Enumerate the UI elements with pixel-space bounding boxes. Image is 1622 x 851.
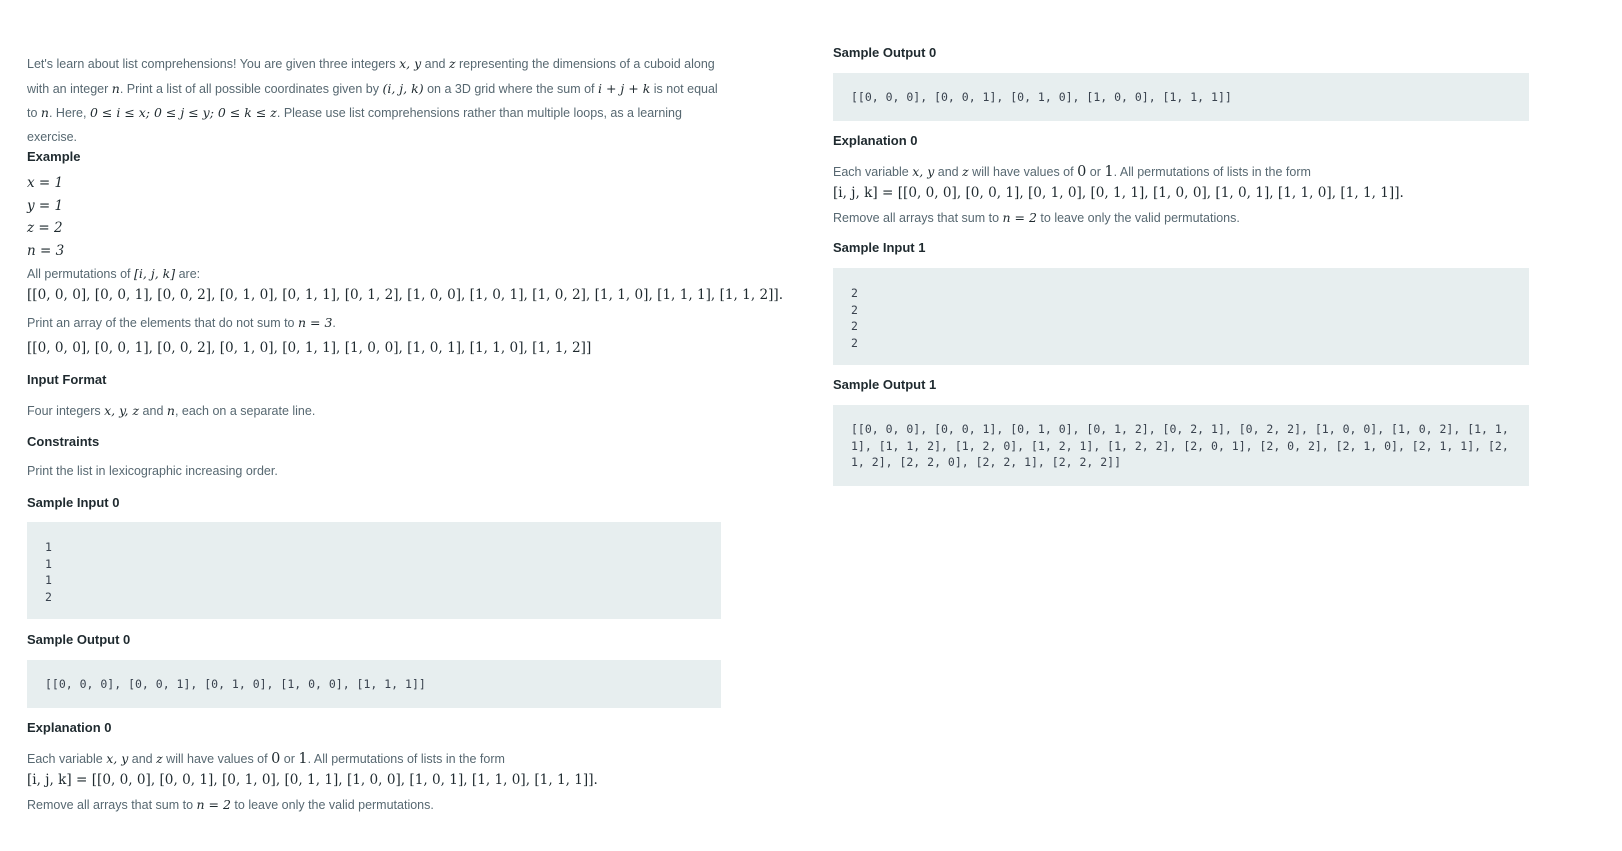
explanation-0-list: [i, j, k] = [[0, 0, 0], [0, 0, 1], [0, 1…: [27, 772, 598, 788]
intro-paragraph: Let's learn about list comprehensions! Y…: [27, 56, 718, 144]
explanation-0-text: Each variable x, y and z will have value…: [27, 751, 505, 767]
input-format-heading: Input Format: [27, 372, 107, 387]
example-values: x = 1 y = 1 z = 2 n = 3: [27, 172, 64, 262]
sample-input-1-code: 2 2 2 2: [833, 268, 1529, 365]
explanation-0-heading-right: Explanation 0: [833, 133, 918, 148]
example-n: n = 3: [27, 242, 65, 259]
example-y: y = 1: [27, 197, 64, 214]
constraints-heading: Constraints: [27, 434, 100, 449]
explanation-0-heading: Explanation 0: [27, 720, 112, 735]
sample-output-0-heading-right: Sample Output 0: [833, 45, 937, 60]
sample-input-0-code: 1 1 1 2: [27, 522, 721, 619]
sample-input-1-heading: Sample Input 1: [833, 240, 926, 255]
example-x: x = 1: [27, 175, 64, 191]
print-instruction: Print an array of the elements that do n…: [27, 315, 336, 330]
permutations-text: All permutations of [i, j, k] are:: [27, 266, 201, 281]
result-list: [[0, 0, 0], [0, 0, 1], [0, 0, 2], [0, 1,…: [27, 340, 592, 356]
explanation-0-list-right: [i, j, k] = [[0, 0, 0], [0, 0, 1], [0, 1…: [833, 185, 1404, 201]
sample-output-0-heading: Sample Output 0: [27, 632, 131, 647]
explanation-0-remove: Remove all arrays that sum to n = 2 to l…: [27, 797, 434, 812]
explanation-0-remove-right: Remove all arrays that sum to n = 2 to l…: [833, 210, 1240, 225]
example-heading: Example: [27, 149, 81, 164]
permutations-list: [[0, 0, 0], [0, 0, 1], [0, 0, 2], [0, 1,…: [27, 287, 784, 303]
sample-output-0-code: [[0, 0, 0], [0, 0, 1], [0, 1, 0], [1, 0,…: [27, 660, 721, 708]
explanation-0-text-right: Each variable x, y and z will have value…: [833, 164, 1311, 180]
sample-input-0-heading: Sample Input 0: [27, 495, 120, 510]
sample-output-0-code-right: [[0, 0, 0], [0, 0, 1], [0, 1, 0], [1, 0,…: [833, 73, 1529, 121]
example-z: z = 2: [27, 220, 63, 236]
constraints-text: Print the list in lexicographic increasi…: [27, 464, 278, 478]
sample-output-1-heading: Sample Output 1: [833, 377, 937, 392]
sample-output-1-code: [[0, 0, 0], [0, 0, 1], [0, 1, 0], [0, 1,…: [833, 405, 1529, 486]
input-format-text: Four integers x, y, z and n, each on a s…: [27, 403, 316, 418]
